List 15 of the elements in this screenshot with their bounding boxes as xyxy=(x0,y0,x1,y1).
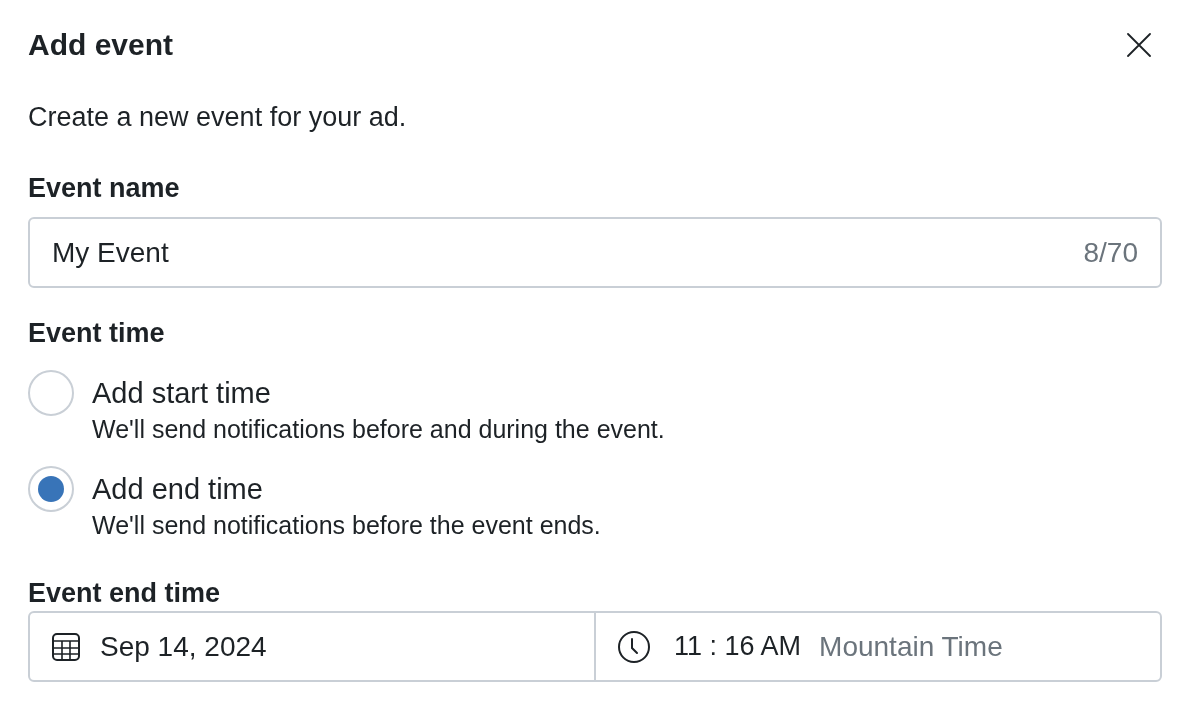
field-label: Event end time xyxy=(28,578,221,608)
event-name-field[interactable]: My Event 8/70 xyxy=(28,217,1162,288)
radio-hint: We'll send notifications before and during the event. xyxy=(92,416,665,442)
close-button[interactable] xyxy=(1127,33,1151,57)
radio-button[interactable] xyxy=(28,466,74,512)
radio-label: Add end time xyxy=(92,472,263,507)
field-label: Event name xyxy=(28,173,180,203)
radio-button[interactable] xyxy=(28,370,74,416)
character-counter: 8/70 xyxy=(1083,235,1138,270)
field-label: Event time xyxy=(28,318,165,348)
field-value: My Event xyxy=(52,235,169,270)
radio-label: Add start time xyxy=(92,376,271,411)
dialog-title: Add event xyxy=(28,29,174,61)
dialog-description: Create a new event for your ad. xyxy=(28,102,407,132)
radio-hint: We'll send notifications before the event ends. xyxy=(92,512,601,538)
